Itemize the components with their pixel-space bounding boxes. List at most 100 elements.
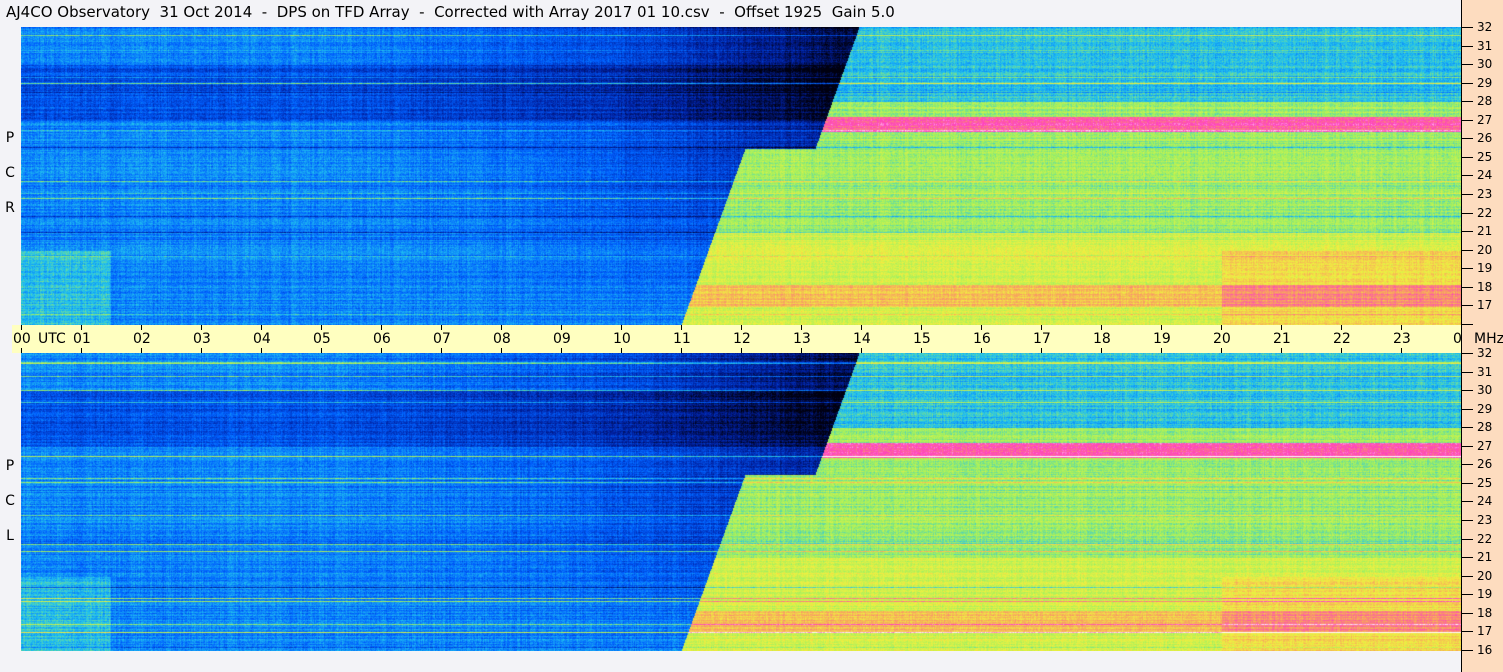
time-tick — [321, 325, 322, 330]
time-tick — [381, 348, 382, 353]
freq-tick — [1462, 101, 1473, 103]
time-label: 01 — [73, 331, 91, 347]
freq-tick — [1462, 305, 1473, 307]
time-tick — [981, 325, 982, 330]
freq-tick — [1462, 286, 1473, 288]
freq-tick — [1462, 445, 1473, 447]
time-tick — [441, 348, 442, 353]
time-tick — [261, 325, 262, 330]
freq-label: 17 — [1477, 298, 1493, 313]
time-tick — [1341, 325, 1342, 330]
time-tick — [921, 348, 922, 353]
time-tick — [1101, 325, 1102, 330]
freq-label: 26 — [1477, 457, 1493, 472]
lcp-letter: L — [6, 528, 14, 544]
time-label: 03 — [193, 331, 211, 347]
time-label: 04 — [253, 331, 271, 347]
time-tick — [201, 348, 202, 353]
time-tick — [1221, 348, 1222, 353]
lcp-heatmap — [21, 353, 1461, 651]
freq-tick — [1462, 82, 1473, 84]
time-label: 22 — [1333, 331, 1351, 347]
freq-tick — [1462, 538, 1473, 540]
time-label: 06 — [373, 331, 391, 347]
time-tick — [1221, 325, 1222, 330]
rcp-heatmap — [21, 27, 1461, 325]
time-tick — [261, 348, 262, 353]
freq-tick — [1462, 175, 1473, 177]
freq-label: 32 — [1477, 20, 1493, 34]
freq-label: 29 — [1477, 75, 1493, 90]
time-label: 19 — [1153, 331, 1171, 347]
time-label: 14 — [853, 331, 871, 347]
freq-tick — [1462, 323, 1473, 325]
time-tick — [81, 348, 82, 353]
time-tick — [861, 348, 862, 353]
utc-label: UTC — [38, 331, 66, 347]
mhz-unit: MHz — [1474, 331, 1503, 347]
freq-label: 20 — [1477, 242, 1493, 257]
time-label: 07 — [433, 331, 451, 347]
time-label: 18 — [1093, 331, 1111, 347]
freq-tick — [1462, 390, 1473, 392]
time-label: 21 — [1273, 331, 1291, 347]
freq-tick — [1462, 631, 1473, 633]
time-tick — [381, 325, 382, 330]
freq-tick — [1462, 212, 1473, 214]
freq-tick — [1462, 594, 1473, 596]
time-label: 10 — [613, 331, 631, 347]
time-tick — [1161, 348, 1162, 353]
rcp-letter: P — [5, 130, 15, 146]
freq-label: 24 — [1477, 494, 1493, 509]
freq-tick — [1462, 408, 1473, 410]
freq-label: 17 — [1477, 624, 1493, 639]
time-label: 12 — [733, 331, 751, 347]
rcp-letter: C — [5, 165, 15, 181]
time-tick — [501, 348, 502, 353]
freq-tick — [1462, 45, 1473, 47]
freq-tick — [1462, 268, 1473, 270]
time-tick — [681, 325, 682, 330]
freq-label: 22 — [1477, 531, 1493, 546]
time-tick — [681, 348, 682, 353]
freq-tick — [1462, 194, 1473, 196]
freq-label: 24 — [1477, 168, 1493, 183]
freq-tick — [1462, 353, 1473, 354]
freq-tick — [1462, 649, 1473, 651]
time-tick — [141, 325, 142, 330]
time-tick — [21, 348, 22, 353]
freq-tick — [1462, 520, 1473, 522]
freq-tick — [1462, 427, 1473, 429]
time-tick — [561, 325, 562, 330]
time-tick — [321, 348, 322, 353]
time-label: 16 — [973, 331, 991, 347]
lcp-letter: P — [5, 458, 15, 474]
time-label: 08 — [493, 331, 511, 347]
freq-label: 23 — [1477, 513, 1493, 528]
freq-tick — [1462, 119, 1473, 121]
time-tick — [1041, 348, 1042, 353]
freq-label: 30 — [1477, 57, 1493, 72]
freq-tick — [1462, 501, 1473, 503]
chart-title: AJ4CO Observatory 31 Oct 2014 - DPS on T… — [6, 3, 895, 21]
freq-label: 22 — [1477, 205, 1493, 220]
time-tick — [141, 348, 142, 353]
time-tick — [441, 325, 442, 330]
freq-tick — [1462, 464, 1473, 466]
time-tick — [741, 325, 742, 330]
time-label: 17 — [1033, 331, 1051, 347]
time-label: 00 — [13, 331, 31, 347]
time-tick — [1401, 325, 1402, 330]
time-tick — [21, 325, 22, 330]
freq-label: 21 — [1477, 224, 1493, 239]
time-tick — [81, 325, 82, 330]
time-tick — [561, 348, 562, 353]
time-label: 13 — [793, 331, 811, 347]
freq-label: 31 — [1477, 38, 1493, 53]
freq-tick — [1462, 27, 1473, 28]
freq-label: 20 — [1477, 568, 1493, 583]
time-tick — [1281, 348, 1282, 353]
freq-label: 29 — [1477, 401, 1493, 416]
freq-label: 32 — [1477, 346, 1493, 360]
freq-label: 19 — [1477, 261, 1493, 276]
